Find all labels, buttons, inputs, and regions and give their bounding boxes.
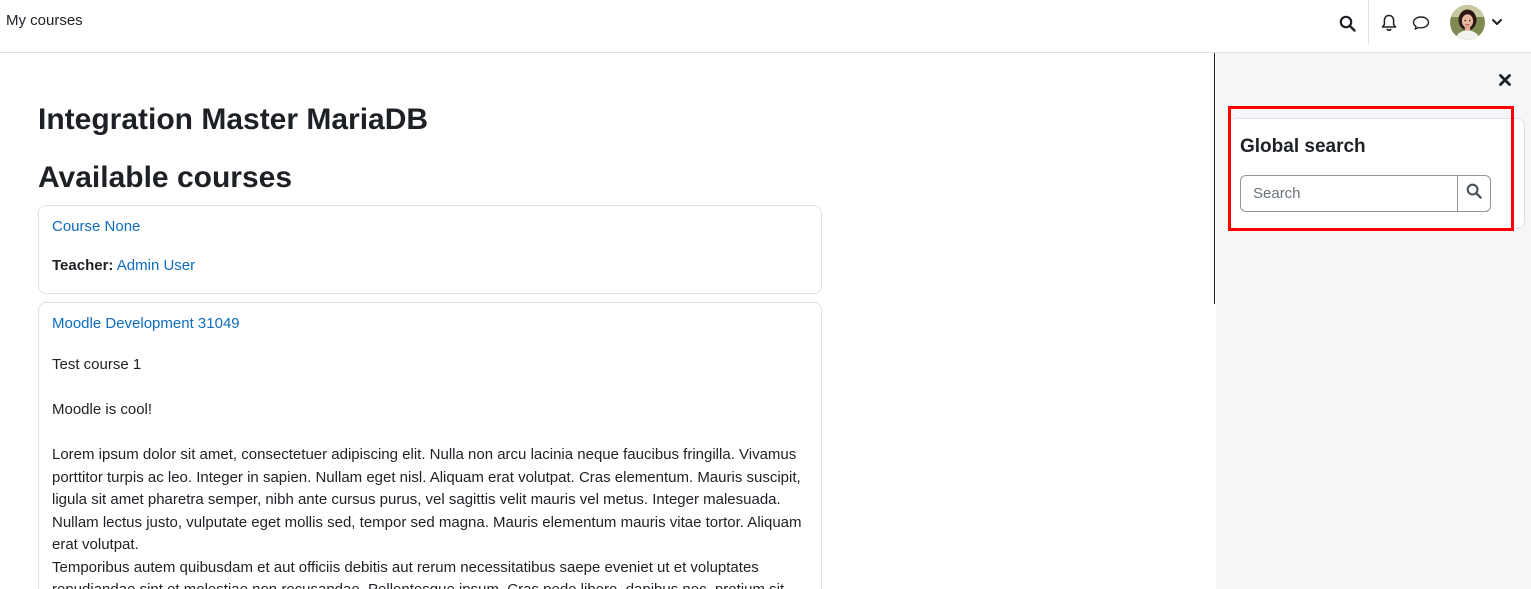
nav-divider — [1368, 0, 1369, 45]
search-icon[interactable] — [1337, 13, 1357, 33]
site-title: Integration Master MariaDB — [38, 103, 429, 136]
global-search-block: Global search — [1228, 118, 1525, 229]
search-submit-button[interactable] — [1457, 175, 1491, 212]
course-summary: Test course 1 Moodle is cool! Lorem ipsu… — [52, 354, 808, 589]
course-card: Moodle Development 31049 Test course 1 M… — [38, 302, 822, 589]
course-card: Course None Teacher: Admin User — [38, 205, 822, 294]
teacher-link[interactable]: Admin User — [117, 257, 195, 274]
summary-paragraph: Moodle is cool! — [52, 401, 153, 418]
search-icon — [1466, 183, 1482, 204]
teacher-label: Teacher: — [52, 257, 114, 274]
nav-my-courses-link[interactable]: My courses — [6, 12, 83, 29]
bell-icon[interactable] — [1379, 13, 1399, 33]
summary-paragraph: Lorem ipsum dolor sit amet, consectetuer… — [52, 446, 802, 553]
drawer-edge — [1214, 53, 1215, 304]
summary-paragraph: Test course 1 — [52, 356, 142, 373]
block-drawer: Global search — [1216, 53, 1531, 589]
course-name-link[interactable]: Course None — [52, 218, 808, 235]
section-title: Available courses — [38, 161, 293, 194]
chevron-down-icon[interactable] — [1490, 15, 1504, 29]
teacher-line: Teacher: Admin User — [52, 257, 808, 274]
close-icon[interactable] — [1497, 72, 1513, 88]
avatar[interactable] — [1450, 5, 1485, 40]
block-title: Global search — [1240, 136, 1366, 157]
chat-icon[interactable] — [1411, 13, 1431, 33]
summary-paragraph: Temporibus autem quibusdam et aut offici… — [52, 558, 784, 589]
course-name-link[interactable]: Moodle Development 31049 — [52, 315, 808, 332]
main-content: Integration Master MariaDB Available cou… — [0, 53, 1214, 589]
top-navbar: My courses — [0, 0, 1531, 53]
search-input[interactable] — [1240, 175, 1458, 212]
